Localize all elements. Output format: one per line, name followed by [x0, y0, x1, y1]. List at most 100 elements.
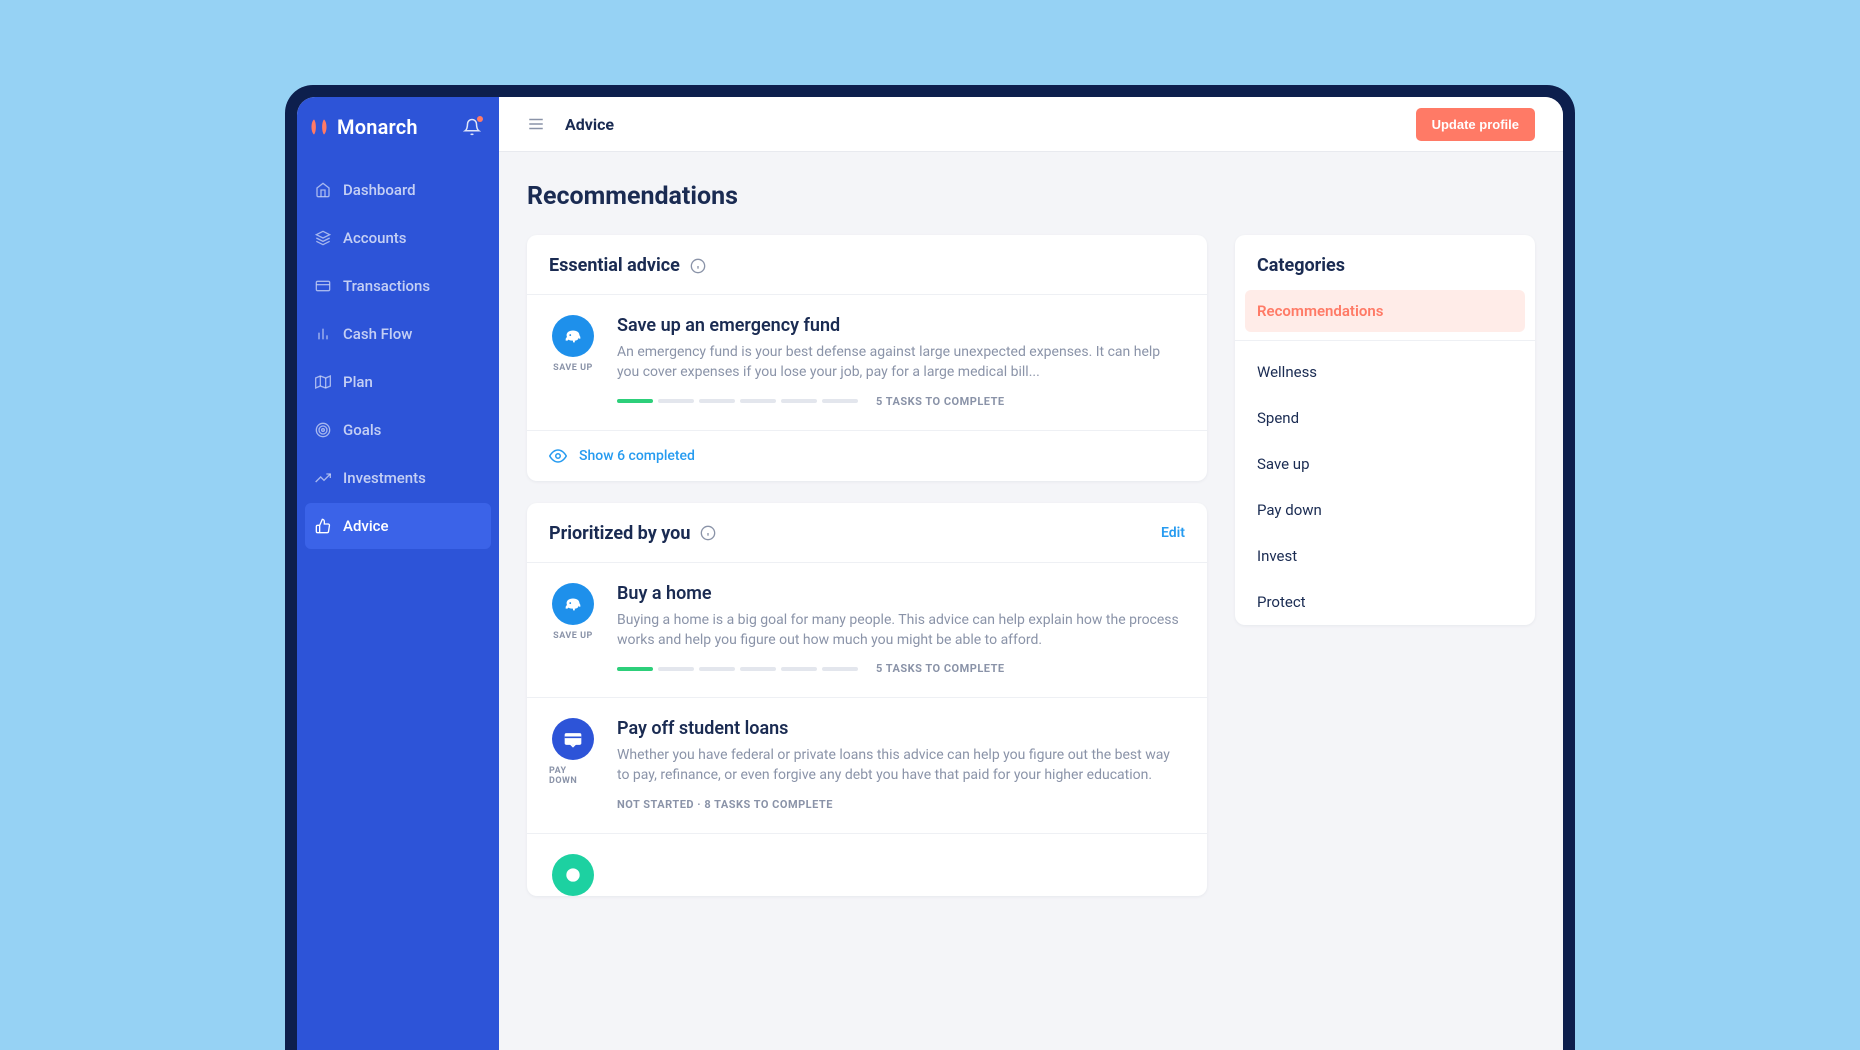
sidebar-item-investments[interactable]: Investments — [305, 455, 491, 501]
nav: Dashboard Accounts Transactions Cash Flo… — [297, 167, 499, 549]
nav-label: Plan — [343, 373, 373, 391]
app-inner: Monarch Dashboard Accounts — [297, 97, 1563, 1050]
info-icon[interactable] — [700, 525, 716, 541]
nav-label: Accounts — [343, 229, 407, 247]
item-body: Pay off student loans Whether you have f… — [617, 718, 1185, 811]
progress-segments — [617, 399, 858, 403]
progress-segment — [699, 399, 735, 403]
progress-segment — [822, 667, 858, 671]
nav-label: Goals — [343, 421, 381, 439]
piggy-icon — [552, 315, 594, 357]
info-icon[interactable] — [690, 258, 706, 274]
item-description: Buying a home is a big goal for many peo… — [617, 610, 1185, 651]
columns: Essential advice SAVE — [527, 235, 1535, 918]
progress-segment — [781, 667, 817, 671]
nav-label: Transactions — [343, 277, 430, 295]
show-completed-label: Show 6 completed — [579, 448, 695, 464]
nav-label: Investments — [343, 469, 426, 487]
card-header: Prioritized by you Edit — [527, 503, 1207, 562]
sidebar-item-transactions[interactable]: Transactions — [305, 263, 491, 309]
sidebar-item-dashboard[interactable]: Dashboard — [305, 167, 491, 213]
sidebar-item-accounts[interactable]: Accounts — [305, 215, 491, 261]
map-icon — [315, 374, 331, 390]
category-item-paydown[interactable]: Pay down — [1235, 487, 1535, 533]
icon-column: PAY DOWN — [549, 718, 597, 811]
icon-column — [549, 854, 597, 896]
category-item-wellness[interactable]: Wellness — [1235, 349, 1535, 395]
sidebar-item-cashflow[interactable]: Cash Flow — [305, 311, 491, 357]
menu-icon — [527, 115, 545, 133]
column-right: Categories Recommendations Wellness Spen… — [1235, 235, 1535, 647]
show-completed-button[interactable]: Show 6 completed — [527, 430, 1207, 481]
main: Advice Update profile Recommendations Es… — [499, 97, 1563, 1050]
app-frame: Monarch Dashboard Accounts — [285, 85, 1575, 1050]
card-icon — [552, 718, 594, 760]
item-description: An emergency fund is your best defense a… — [617, 342, 1185, 383]
categories-list: Recommendations Wellness Spend Save up P… — [1235, 290, 1535, 625]
sidebar: Monarch Dashboard Accounts — [297, 97, 499, 1050]
content: Recommendations Essential advice — [499, 152, 1563, 1050]
notifications-button[interactable] — [463, 118, 481, 136]
topbar-title: Advice — [565, 115, 614, 134]
menu-button[interactable] — [527, 115, 545, 133]
sidebar-item-goals[interactable]: Goals — [305, 407, 491, 453]
advice-item[interactable]: PAY DOWN Pay off student loans Whether y… — [527, 697, 1207, 833]
notification-dot — [477, 116, 483, 122]
progress-segment — [658, 399, 694, 403]
target-icon — [315, 422, 331, 438]
piggy-icon — [552, 583, 594, 625]
progress-segments — [617, 667, 858, 671]
sidebar-item-advice[interactable]: Advice — [305, 503, 491, 549]
tasks-label: 5 TASKS TO COMPLETE — [876, 662, 1005, 675]
tasks-label: 5 TASKS TO COMPLETE — [876, 395, 1005, 408]
progress-row: 5 TASKS TO COMPLETE — [617, 395, 1185, 408]
advice-item[interactable]: SAVE UP Save up an emergency fund An eme… — [527, 294, 1207, 430]
categories-title: Categories — [1235, 235, 1535, 290]
advice-icon — [552, 854, 594, 896]
category-label: PAY DOWN — [549, 766, 597, 786]
nav-label: Cash Flow — [343, 325, 412, 343]
icon-column: SAVE UP — [549, 315, 597, 408]
page-title: Recommendations — [527, 182, 1535, 211]
edit-button[interactable]: Edit — [1161, 525, 1185, 541]
bars-icon — [315, 326, 331, 342]
item-title: Save up an emergency fund — [617, 315, 1185, 336]
progress-segment — [822, 399, 858, 403]
brand-name: Monarch — [337, 115, 418, 139]
prioritized-card: Prioritized by you Edit — [527, 503, 1207, 896]
update-profile-button[interactable]: Update profile — [1416, 108, 1535, 141]
card-icon — [315, 278, 331, 294]
category-item-invest[interactable]: Invest — [1235, 533, 1535, 579]
progress-segment — [740, 667, 776, 671]
item-body: Save up an emergency fund An emergency f… — [617, 315, 1185, 408]
category-item-recommendations[interactable]: Recommendations — [1245, 290, 1525, 332]
progress-segment — [658, 667, 694, 671]
brand[interactable]: Monarch — [309, 115, 418, 139]
advice-item[interactable] — [527, 833, 1207, 896]
sidebar-item-plan[interactable]: Plan — [305, 359, 491, 405]
progress-row: 5 TASKS TO COMPLETE — [617, 662, 1185, 675]
category-item-protect[interactable]: Protect — [1235, 579, 1535, 625]
card-title: Essential advice — [549, 255, 680, 276]
progress-segment — [617, 399, 653, 403]
nav-label: Advice — [343, 517, 389, 535]
item-body: Buy a home Buying a home is a big goal f… — [617, 583, 1185, 676]
progress-segment — [781, 399, 817, 403]
category-item-saveup[interactable]: Save up — [1235, 441, 1535, 487]
eye-icon — [549, 447, 567, 465]
category-label: SAVE UP — [553, 631, 593, 641]
card-title: Prioritized by you — [549, 523, 690, 544]
category-label: SAVE UP — [553, 363, 593, 373]
brand-logo-icon — [309, 117, 329, 137]
home-icon — [315, 182, 331, 198]
essential-advice-card: Essential advice SAVE — [527, 235, 1207, 481]
thumbs-up-icon — [315, 518, 331, 534]
icon-column: SAVE UP — [549, 583, 597, 676]
card-header: Essential advice — [527, 235, 1207, 294]
category-item-spend[interactable]: Spend — [1235, 395, 1535, 441]
layers-icon — [315, 230, 331, 246]
nav-label: Dashboard — [343, 181, 416, 199]
advice-item[interactable]: SAVE UP Buy a home Buying a home is a bi… — [527, 562, 1207, 698]
brand-row: Monarch — [297, 115, 499, 139]
item-title: Buy a home — [617, 583, 1185, 604]
